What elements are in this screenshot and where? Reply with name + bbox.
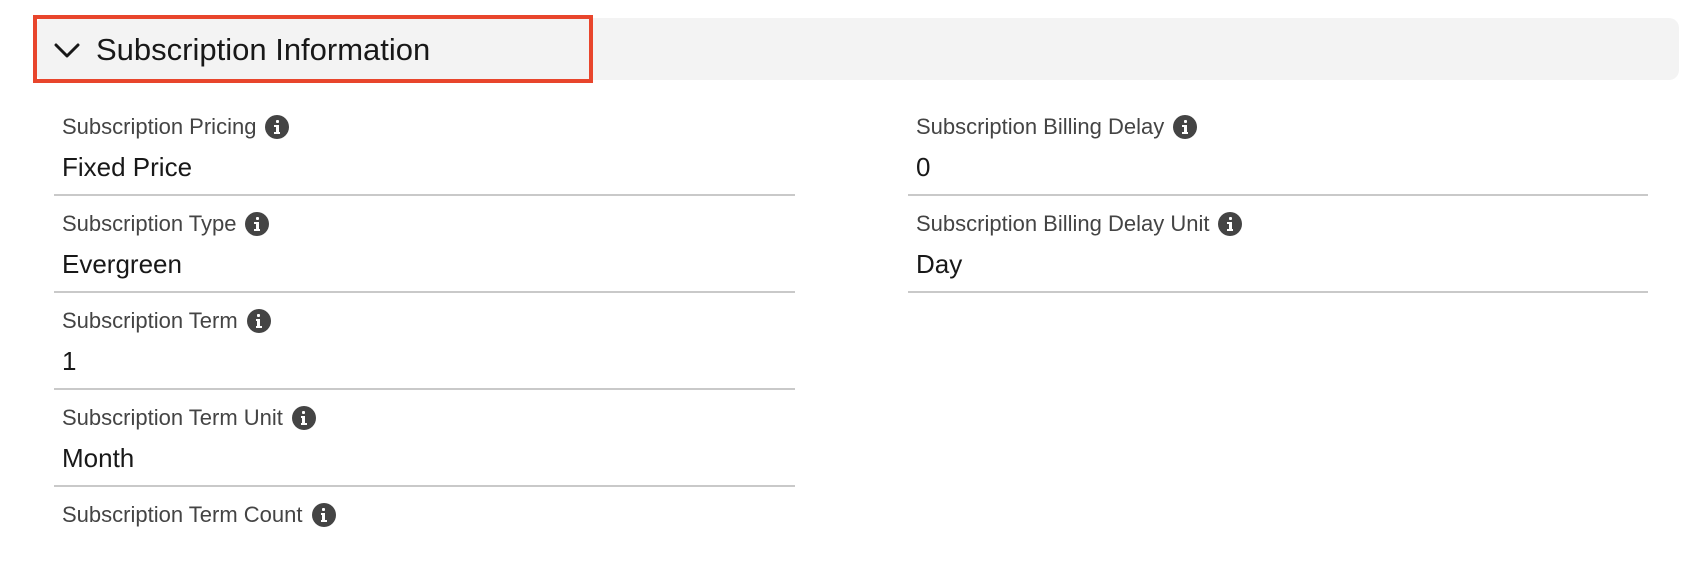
field-label: Subscription Pricing [62,114,257,139]
info-icon[interactable] [245,212,270,236]
field-subscription-term-count: Subscription Term Count [54,487,795,584]
info-icon[interactable] [311,503,336,527]
field-value: Fixed Price [62,152,193,182]
field-label: Subscription Term Unit [62,405,283,430]
field-value: Evergreen [62,249,182,279]
field-value: Month [62,443,135,473]
info-icon[interactable] [265,115,290,139]
field-label: Subscription Term Count [62,502,303,527]
section-title: Subscription Information [96,32,431,67]
info-icon[interactable] [1218,212,1243,236]
field-subscription-type: Subscription Type Evergreen [54,196,795,293]
field-label: Subscription Type [62,211,237,236]
field-value: 1 [62,346,77,376]
field-subscription-term: Subscription Term 1 [54,293,795,390]
field-label: Subscription Term [62,308,238,333]
section-toggle-subscription-information[interactable]: Subscription Information [33,15,593,83]
field-subscription-term-unit: Subscription Term Unit Month [54,390,795,487]
field-label: Subscription Billing Delay Unit [916,211,1210,236]
field-value: Day [916,249,963,279]
field-value: 0 [916,152,931,182]
info-icon[interactable] [291,406,316,430]
field-subscription-billing-delay: Subscription Billing Delay 0 [908,99,1648,196]
field-subscription-pricing: Subscription Pricing Fixed Price [54,99,795,196]
chevron-down-icon [54,43,80,59]
field-label: Subscription Billing Delay [916,114,1165,139]
field-subscription-billing-delay-unit: Subscription Billing Delay Unit Day [908,196,1648,293]
info-icon[interactable] [246,309,271,333]
info-icon[interactable] [1173,115,1198,139]
